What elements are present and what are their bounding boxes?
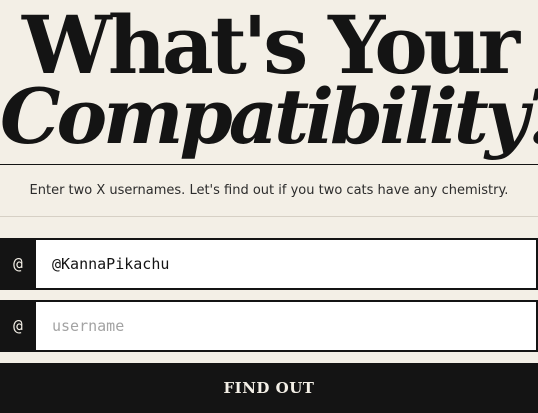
first-username-field: @ xyxy=(0,238,538,290)
second-username-input[interactable] xyxy=(36,302,536,350)
title-line-2: Compatibility? xyxy=(0,72,538,161)
hero-divider xyxy=(0,164,538,165)
find-out-button[interactable]: FIND OUT xyxy=(0,363,538,413)
second-username-field: @ xyxy=(0,300,538,352)
subtitle-divider xyxy=(0,216,538,217)
at-prefix-icon: @ xyxy=(13,254,23,273)
subtitle: Enter two X usernames. Let's find out if… xyxy=(29,183,509,198)
first-username-input[interactable] xyxy=(36,240,536,288)
hero-title: What's Your Compatibility? xyxy=(0,0,538,164)
at-prefix-icon: @ xyxy=(13,316,23,335)
